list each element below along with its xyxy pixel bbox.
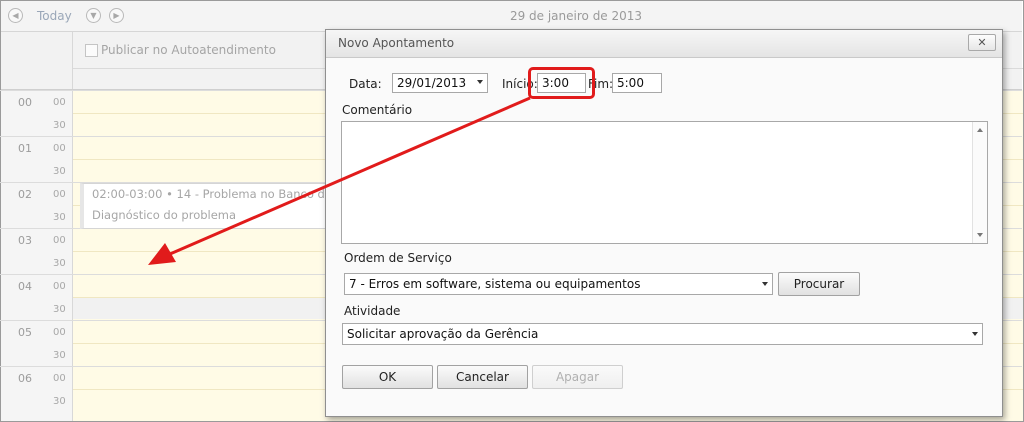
arrow-shaft <box>169 96 531 256</box>
annotation-arrow <box>148 96 531 265</box>
